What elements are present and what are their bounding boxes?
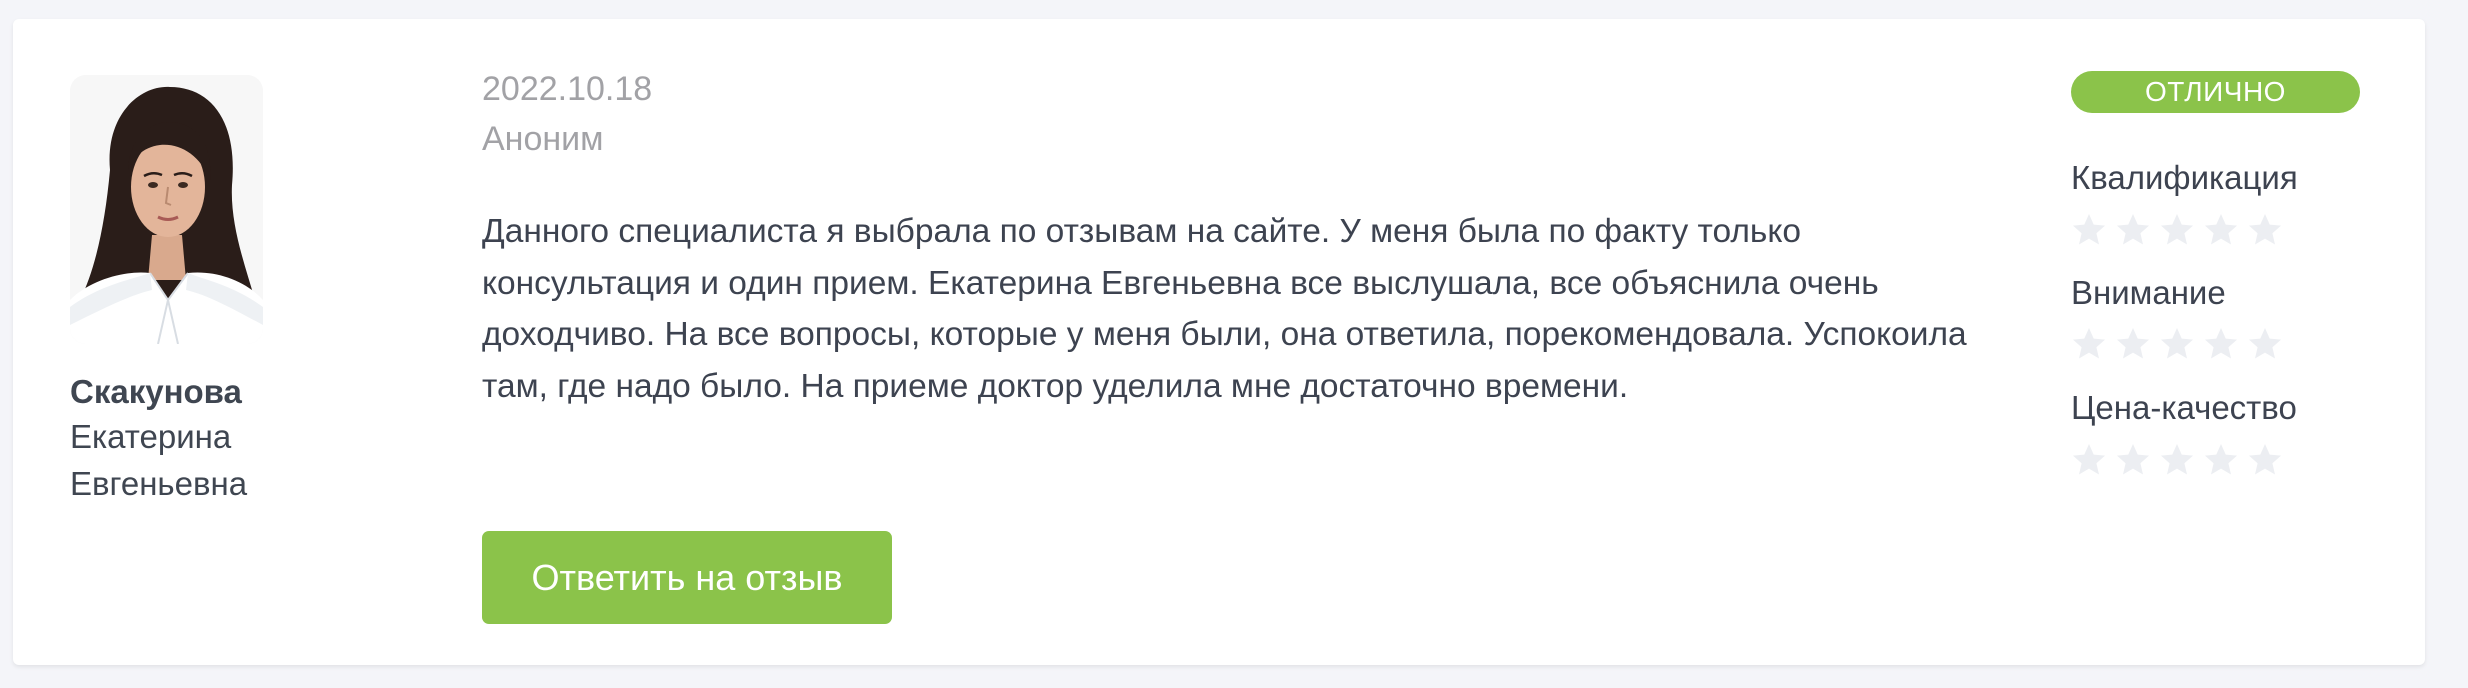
review-text: Данного специалиста я выбрала по отзывам… <box>482 213 1967 405</box>
rating-stars-qualification <box>2071 212 2283 248</box>
doctor-avatar[interactable] <box>70 75 263 344</box>
reply-to-review-button[interactable]: Ответить на отзыв <box>482 531 892 624</box>
star-empty-icon <box>2161 444 2193 475</box>
rating-label-attention: Внимание <box>2071 274 2226 311</box>
star-empty-icon <box>2249 214 2281 245</box>
star-empty-icon <box>2161 328 2193 359</box>
star-empty-icon <box>2073 328 2105 359</box>
star-empty-icon <box>2249 328 2281 359</box>
doctor-patronymic[interactable]: Евгеньевна <box>70 462 247 506</box>
doctor-last-name[interactable]: Скакунова <box>70 370 242 414</box>
review-card: Скакунова Екатерина Евгеньевна 2022.10.1… <box>13 19 2425 665</box>
review-author: Аноним <box>482 120 604 158</box>
star-empty-icon <box>2205 328 2237 359</box>
rating-label-qualification: Квалификация <box>2071 159 2298 196</box>
star-empty-icon <box>2161 214 2193 245</box>
star-empty-icon <box>2205 214 2237 245</box>
star-empty-icon <box>2117 444 2149 475</box>
rating-stars-attention <box>2071 326 2283 362</box>
star-empty-icon <box>2117 214 2149 245</box>
star-empty-icon <box>2117 328 2149 359</box>
star-empty-icon <box>2249 444 2281 475</box>
rating-label-price-quality: Цена-качество <box>2071 389 2297 426</box>
doctor-first-name[interactable]: Екатерина <box>70 415 231 459</box>
star-empty-icon <box>2205 444 2237 475</box>
review-date: 2022.10.18 <box>482 70 653 108</box>
doctor-portrait-image <box>70 75 263 344</box>
star-empty-icon <box>2073 214 2105 245</box>
rating-stars-price-quality <box>2071 442 2283 478</box>
rating-badge: ОТЛИЧНО <box>2071 71 2360 113</box>
star-empty-icon <box>2073 444 2105 475</box>
